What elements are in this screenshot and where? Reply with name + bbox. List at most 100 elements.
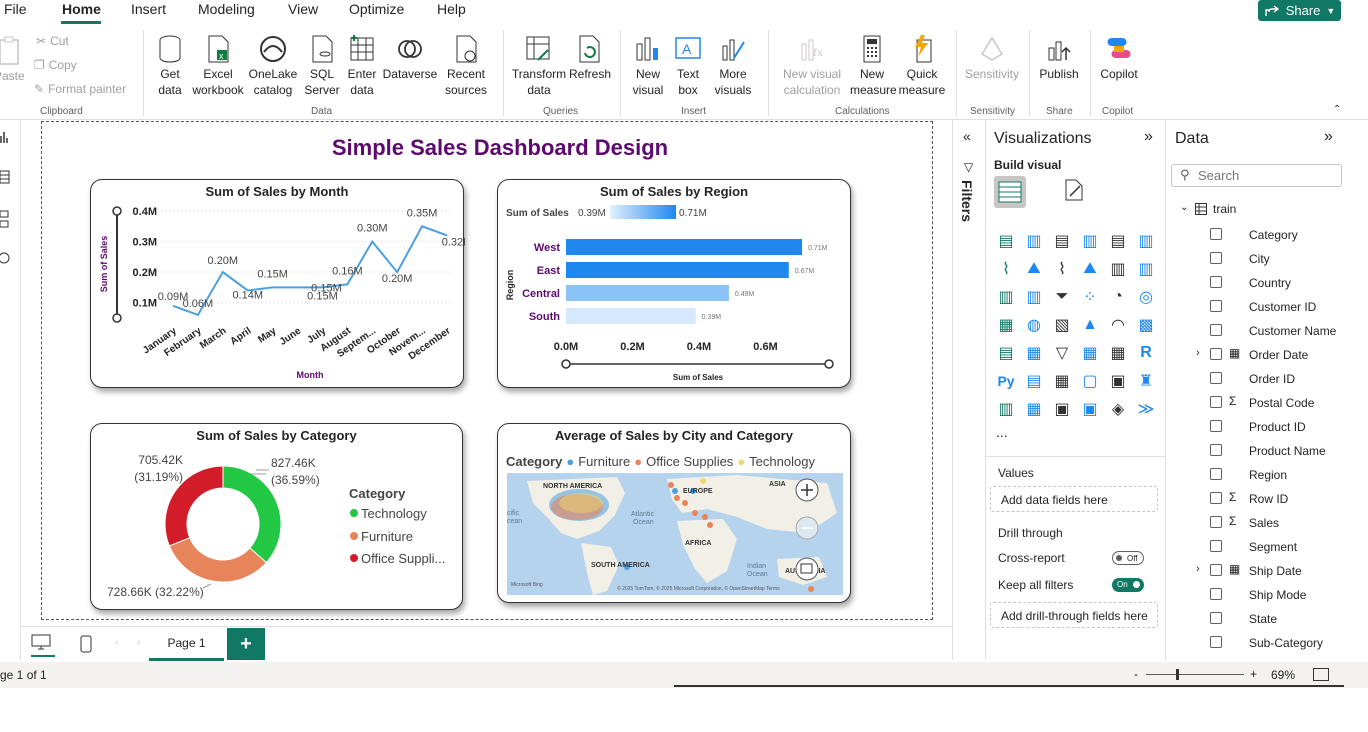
visual-type-icon[interactable]: ▤ [996,231,1016,251]
visual-type-icon[interactable]: ▦ [1052,371,1072,391]
field-checkbox[interactable] [1210,492,1222,504]
visual-type-icon[interactable]: ◠ [1108,315,1128,335]
visual-type-icon[interactable]: ▦ [1024,399,1044,419]
format-painter-button[interactable]: ✎ Format painter [34,82,126,96]
menu-modeling[interactable]: Modeling [198,1,255,17]
collapse-left-icon[interactable]: « [963,128,971,144]
field-checkbox[interactable] [1210,468,1222,480]
collapse-right-icon[interactable]: » [1144,128,1153,146]
visual-type-icon[interactable]: ⌇ [1052,259,1072,279]
field-item[interactable]: Customer Name [1249,322,1336,340]
visual-type-icon[interactable]: ▥ [1108,259,1128,279]
sales-by-category-card[interactable]: Sum of Sales by Category 827.46K (36.59%… [90,423,463,610]
zoom-out-button[interactable]: - [1134,667,1138,681]
visual-type-icon[interactable]: ▥ [1136,231,1156,251]
prev-page-icon[interactable]: ‹ [115,637,118,648]
visual-type-icon[interactable]: ▽ [1052,343,1072,363]
visual-type-icon[interactable]: ▲ [1080,315,1100,335]
field-checkbox[interactable] [1210,396,1222,408]
visual-type-icon[interactable]: ▦ [1080,343,1100,363]
visual-type-icon[interactable]: ▦ [996,315,1016,335]
field-item[interactable]: State [1249,610,1277,628]
excel-workbook-button[interactable]: x Excel workbook [192,34,244,98]
more-visuals-button[interactable]: More visuals [708,34,758,98]
search-input[interactable] [1198,167,1338,184]
transform-data-button[interactable]: Transform data [510,34,568,98]
field-checkbox[interactable] [1210,348,1222,360]
slider-handle-right[interactable] [824,359,834,369]
field-checkbox[interactable] [1210,636,1222,648]
field-checkbox[interactable] [1210,252,1222,264]
page-tab-1[interactable]: Page 1 [149,627,224,661]
visual-type-icon[interactable]: ▩ [1136,315,1156,335]
field-item[interactable]: Category [1249,226,1298,244]
field-item[interactable]: Region [1249,466,1287,484]
text-box-button[interactable]: A Text box [672,34,704,98]
bar[interactable] [566,285,729,301]
visual-type-icon[interactable]: ⌇ [996,259,1016,279]
field-checkbox[interactable] [1210,324,1222,336]
donut-slice[interactable] [168,537,267,583]
keep-filters-toggle[interactable]: On [1112,578,1144,592]
collapse-right-icon[interactable]: » [1324,128,1333,146]
dataverse-button[interactable]: Dataverse [382,34,438,82]
copy-button[interactable]: ❐ Copy [34,58,77,72]
field-checkbox[interactable] [1210,516,1222,528]
visual-type-icon[interactable]: ▢ [1080,371,1100,391]
zoom-slider-thumb[interactable] [1176,669,1179,680]
map-style-button[interactable] [795,557,819,581]
paste-button[interactable]: Paste [0,36,25,84]
visual-type-icon[interactable]: ▣ [1080,399,1100,419]
visual-type-icon[interactable]: ▥ [1024,287,1044,307]
cut-button[interactable]: ✂ Cut [36,34,69,48]
menu-help[interactable]: Help [437,1,466,17]
menu-view[interactable]: View [288,1,318,17]
visual-type-icon[interactable]: ▦ [1024,343,1044,363]
field-item[interactable]: Product Name [1249,442,1326,460]
field-checkbox[interactable] [1210,372,1222,384]
field-item[interactable]: Sub-Category [1249,634,1323,652]
sales-map-card[interactable]: Average of Sales by City and Category Ca… [497,423,851,603]
menu-insert[interactable]: Insert [131,1,166,17]
visual-type-icon[interactable]: ▥ [1136,259,1156,279]
visual-type-icon[interactable]: ◔ [1108,287,1128,307]
visual-type-icon[interactable]: ▤ [1108,231,1128,251]
visual-type-icon[interactable]: ⁘ [1080,287,1100,307]
field-item[interactable]: Ship Mode [1249,586,1306,604]
visual-type-icon[interactable]: ⏷ [1052,287,1072,307]
add-page-button[interactable]: + [227,628,265,660]
field-checkbox[interactable] [1210,540,1222,552]
field-checkbox[interactable] [1210,612,1222,624]
bar[interactable] [566,239,803,255]
visual-type-icon[interactable]: Py [996,371,1016,391]
more-visuals-ellipsis[interactable]: ... [996,424,1008,440]
field-item[interactable]: Country [1249,274,1291,292]
format-visual-tab[interactable] [1062,178,1086,207]
dax-query-icon[interactable] [0,250,10,266]
field-checkbox[interactable] [1210,420,1222,432]
slider-handle-top[interactable] [112,206,122,216]
publish-button[interactable]: Publish [1036,34,1082,82]
field-item[interactable]: Sales [1249,514,1279,532]
new-measure-button[interactable]: New measure [850,34,897,98]
visual-type-icon[interactable]: ◍ [1024,315,1044,335]
table-name-train[interactable]: train [1213,202,1236,216]
field-checkbox[interactable] [1210,276,1222,288]
menu-optimize[interactable]: Optimize [349,1,404,17]
table-view-icon[interactable] [0,170,10,184]
field-item[interactable]: Order Date [1249,346,1308,364]
quick-measure-button[interactable]: Quick measure [898,34,946,98]
refresh-button[interactable]: Refresh [568,34,612,82]
map-area[interactable]: NORTH AMERICA EUROPE ASIA AFRICA SOUTH A… [507,473,843,595]
bar[interactable] [566,308,696,324]
share-button[interactable]: Share ▼ [1258,0,1341,21]
report-view-icon[interactable] [0,130,10,144]
recent-sources-button[interactable]: Recent sources [440,34,492,98]
chevron-down-icon[interactable]: ⌄ [1180,202,1188,213]
menu-file[interactable]: File [4,1,27,17]
sales-by-month-card[interactable]: Sum of Sales by Month Sum of Sales Month… [90,179,465,388]
desktop-layout-button[interactable] [31,633,55,657]
visual-type-icon[interactable]: ▤ [1052,231,1072,251]
field-item[interactable]: Postal Code [1249,394,1314,412]
visual-type-icon[interactable]: ▥ [996,399,1016,419]
